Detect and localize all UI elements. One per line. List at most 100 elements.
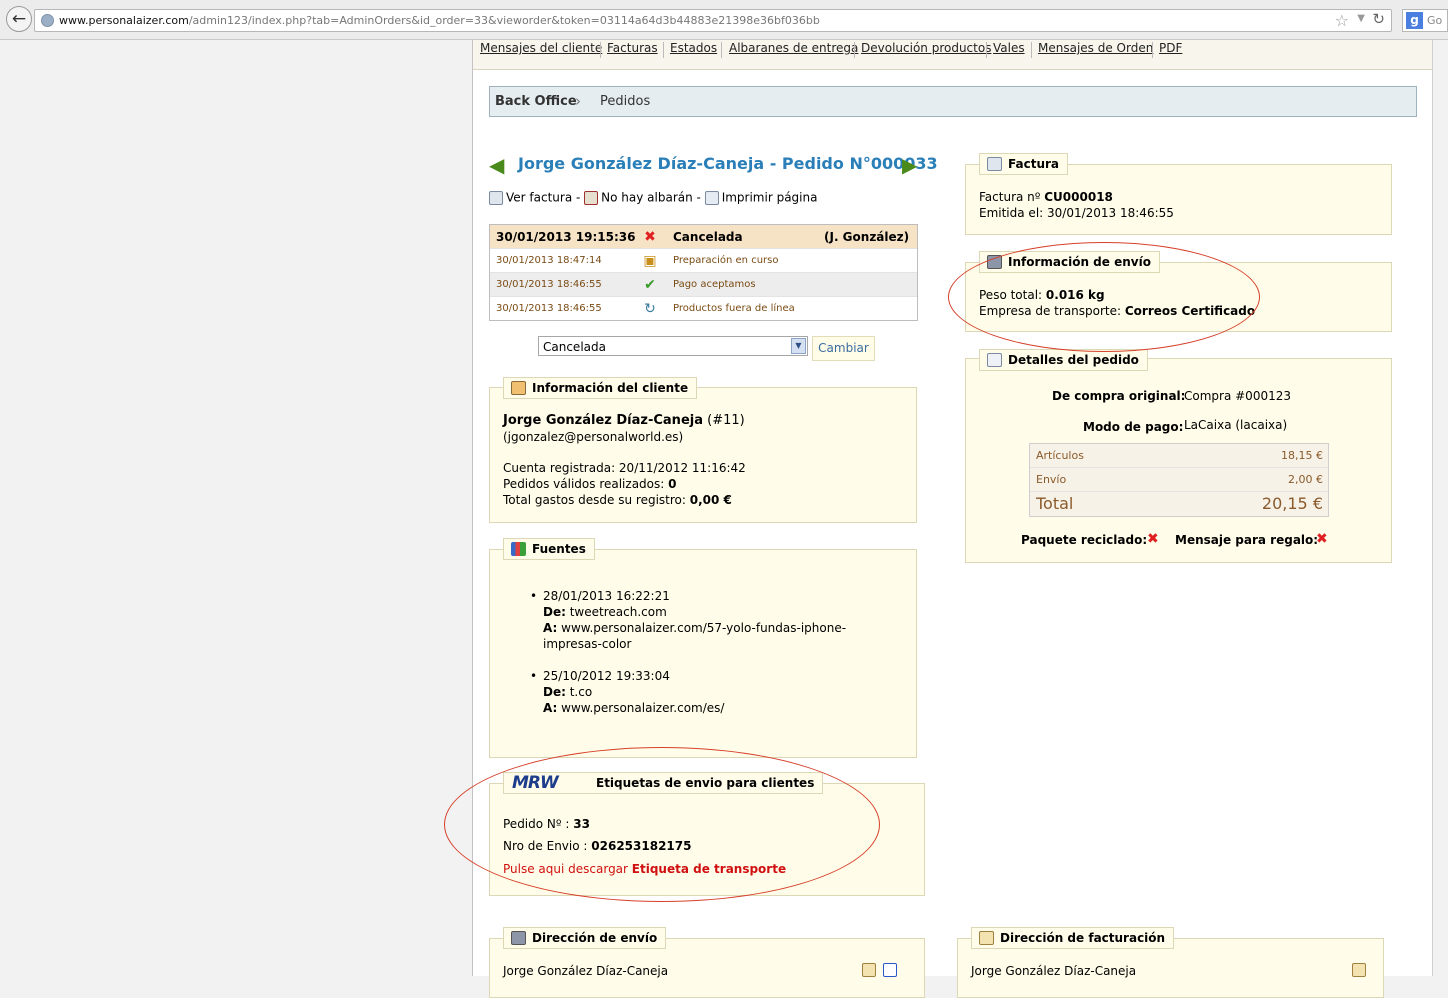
reload-icon[interactable]: ↻ bbox=[1372, 10, 1385, 28]
view-invoice-link[interactable]: Ver factura bbox=[506, 191, 572, 205]
customer-orders: Pedidos válidos realizados: 0 bbox=[503, 477, 677, 491]
customer-registered: Cuenta registrada: 20/11/2012 11:16:42 bbox=[503, 461, 746, 475]
tab-separator bbox=[1031, 42, 1032, 58]
history-status: Productos fuera de línea bbox=[673, 303, 795, 314]
print-page-link[interactable]: Imprimir página bbox=[722, 191, 818, 205]
separator: - bbox=[572, 190, 585, 205]
next-order-arrow-icon[interactable]: ▶ bbox=[902, 155, 917, 175]
customer-name-line: Jorge González Díaz-Caneja (#11) bbox=[503, 413, 745, 428]
order-status-select[interactable]: Cancelada ▼ bbox=[538, 336, 808, 356]
change-status-button[interactable]: Cambiar bbox=[812, 336, 875, 361]
customer-info-panel: Jorge González Díaz-Caneja (#11) (jgonza… bbox=[489, 387, 917, 523]
magnifier-icon bbox=[987, 353, 1002, 367]
table-row: 30/01/2013 18:46:55 ✔ Pago aceptamos bbox=[490, 273, 917, 297]
document-edit-icon bbox=[979, 931, 994, 945]
tab-facturas[interactable]: Facturas bbox=[607, 41, 658, 55]
chart-icon bbox=[511, 542, 526, 556]
google-maps-icon[interactable] bbox=[883, 963, 897, 977]
truck-icon bbox=[511, 931, 526, 945]
customer-email: (jgonzalez@personalworld.es) bbox=[503, 430, 684, 444]
tab-pdf[interactable]: PDF bbox=[1159, 41, 1182, 55]
search-box[interactable]: g Go bbox=[1402, 9, 1448, 32]
back-button[interactable]: ← bbox=[6, 6, 32, 32]
source-date: 25/10/2012 19:33:04 bbox=[543, 669, 670, 683]
tab-devolucion[interactable]: Devolución productos bbox=[861, 41, 991, 55]
select-value: Cancelada bbox=[543, 340, 606, 354]
mrw-logo: MRW bbox=[512, 773, 559, 793]
breadcrumb-current: Pedidos bbox=[600, 94, 651, 109]
order-details-legend: Detalles del pedido bbox=[979, 349, 1148, 371]
table-row: Artículos 18,15 € bbox=[1030, 444, 1328, 468]
tab-separator bbox=[663, 42, 664, 58]
cancelled-x-icon: ✖ bbox=[644, 229, 656, 245]
shipping-weight: Peso total: 0.016 kg bbox=[979, 288, 1105, 302]
customer-info-legend: Información del cliente bbox=[503, 377, 698, 399]
chevron-down-icon[interactable]: ▼ bbox=[791, 338, 806, 354]
source-from: De: tweetreach.com bbox=[543, 605, 667, 619]
invoice-date: Emitida el: 30/01/2013 18:46:55 bbox=[979, 206, 1174, 220]
source-value: Compra #000123 bbox=[1184, 389, 1291, 403]
gift-x-icon: ✖ bbox=[1316, 531, 1328, 547]
customer-id: (#11) bbox=[702, 413, 745, 428]
edit-icon[interactable] bbox=[1352, 963, 1366, 977]
download-label-link[interactable]: Etiqueta de transporte bbox=[632, 862, 786, 876]
page-title: Jorge González Díaz-Caneja - Pedido N°00… bbox=[518, 154, 938, 173]
breadcrumb-root[interactable]: Back Office bbox=[495, 94, 577, 109]
gift-label: Mensaje para regalo: bbox=[1175, 533, 1319, 547]
previous-order-arrow-icon[interactable]: ◀ bbox=[489, 155, 504, 175]
order-details-panel: De compra original: Compra #000123 Modo … bbox=[965, 358, 1392, 563]
tab-separator bbox=[1152, 42, 1153, 58]
history-user: (J. González) bbox=[824, 230, 910, 244]
left-margin bbox=[0, 40, 472, 976]
customer-spent: Total gastos desde su registro: 0,00 € bbox=[503, 493, 732, 507]
tab-separator bbox=[854, 42, 855, 58]
browser-toolbar: ← www.personalaizer.com/admin123/index.p… bbox=[0, 0, 1448, 40]
tab-mensajes-cliente[interactable]: Mensajes del cliente bbox=[480, 41, 602, 55]
payment-value: LaCaixa (lacaixa) bbox=[1184, 418, 1288, 432]
tab-separator bbox=[986, 42, 987, 58]
invoice-icon bbox=[489, 190, 503, 205]
source-from: De: t.co bbox=[543, 685, 593, 699]
address-bar[interactable]: www.personalaizer.com/admin123/index.php… bbox=[34, 9, 1392, 32]
tab-albaranes[interactable]: Albaranes de entrega bbox=[729, 41, 858, 55]
delivery-address-legend: Dirección de envío bbox=[503, 927, 667, 949]
source-label: De compra original: bbox=[1052, 389, 1186, 403]
tab-separator bbox=[721, 42, 722, 58]
tab-separator bbox=[600, 42, 601, 58]
source-date: 28/01/2013 16:22:21 bbox=[543, 589, 670, 603]
truck-icon bbox=[987, 255, 1002, 269]
billing-address-legend: Dirección de facturación bbox=[971, 927, 1175, 949]
dropdown-arrow-icon[interactable]: ▼ bbox=[1357, 13, 1365, 24]
bookmark-star-icon[interactable]: ☆ bbox=[1335, 11, 1349, 30]
bullet: • bbox=[530, 589, 538, 603]
history-status: Pago aceptamos bbox=[673, 279, 756, 290]
separator: - bbox=[692, 190, 705, 205]
table-row: 30/01/2013 18:46:55 ↻ Productos fuera de… bbox=[490, 297, 917, 321]
shipping-carrier: Empresa de transporte: Correos Certifica… bbox=[979, 304, 1256, 318]
scrollbar[interactable] bbox=[1432, 40, 1448, 976]
tab-vales[interactable]: Vales bbox=[993, 41, 1025, 55]
tab-mensajes-orden[interactable]: Mensajes de Orden bbox=[1038, 41, 1153, 55]
recycled-x-icon: ✖ bbox=[1147, 531, 1159, 547]
user-icon bbox=[511, 381, 526, 395]
history-status: Preparación en curso bbox=[673, 255, 779, 266]
invoice-legend: Factura bbox=[979, 153, 1068, 175]
url-text: www.personalaizer.com/admin123/index.php… bbox=[59, 14, 820, 27]
customer-name: Jorge González Díaz-Caneja bbox=[503, 413, 703, 428]
admin-content: Mensajes del cliente Facturas Estados Al… bbox=[444, 40, 1432, 998]
no-delivery-slip-text: No hay albarán bbox=[601, 190, 693, 205]
mrw-legend: MRW Etiquetas de envio para clientes bbox=[503, 772, 824, 794]
table-row: 30/01/2013 19:15:36 ✖ Cancelada (J. Gonz… bbox=[490, 225, 917, 249]
edit-icon[interactable] bbox=[862, 963, 876, 977]
no-delivery-slip-icon bbox=[584, 190, 599, 205]
history-date: 30/01/2013 18:46:55 bbox=[496, 279, 602, 290]
package-icon: ▣ bbox=[643, 253, 657, 269]
invoice-icon bbox=[987, 157, 1002, 171]
invoice-number: Factura nº CU000018 bbox=[979, 190, 1113, 204]
bullet: • bbox=[530, 669, 538, 683]
breadcrumb: Back Office › Pedidos bbox=[489, 86, 1417, 117]
source-to-continued: impresas-color bbox=[543, 637, 632, 651]
tab-estados[interactable]: Estados bbox=[670, 41, 717, 55]
table-row: Total 20,15 € bbox=[1030, 492, 1328, 516]
order-tabs: Mensajes del cliente Facturas Estados Al… bbox=[473, 40, 1432, 70]
